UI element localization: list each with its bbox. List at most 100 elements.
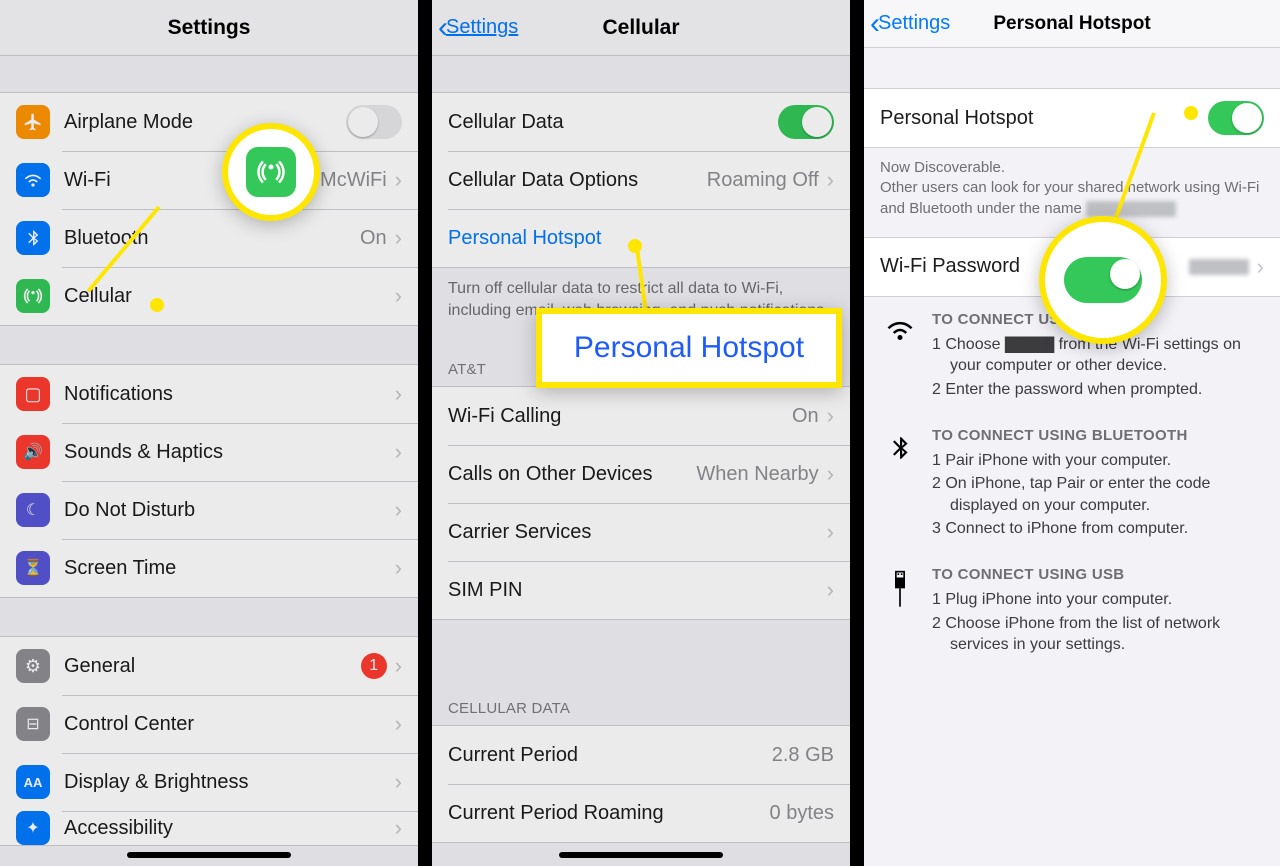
step: Plug iPhone into your computer. <box>932 589 1264 611</box>
chevron-right-icon: › <box>1257 254 1264 280</box>
personal-hotspot-screen: ‹ Settings Personal Hotspot Personal Hot… <box>864 0 1280 866</box>
row-wifi[interactable]: Wi-Fi McWiFi › <box>0 151 418 209</box>
section-header: TO CONNECT USING BLUETOOTH <box>932 427 1264 444</box>
row-personal-hotspot[interactable]: Personal Hotspot <box>432 209 850 267</box>
callout-popup: Personal Hotspot <box>536 308 842 388</box>
row-value: On <box>360 227 387 250</box>
row-label: Accessibility <box>64 817 387 840</box>
row-label: General <box>64 655 355 678</box>
nav-bar: ‹ Settings Cellular <box>432 0 850 56</box>
row-sounds[interactable]: 🔊 Sounds & Haptics › <box>0 423 418 481</box>
row-label: Calls on Other Devices <box>448 463 696 486</box>
row-label: Personal Hotspot <box>880 107 1208 130</box>
chevron-right-icon: › <box>827 577 834 603</box>
row-label: Bluetooth <box>64 227 360 250</box>
connect-bluetooth-section: TO CONNECT USING BLUETOOTH Pair iPhone w… <box>864 413 1280 552</box>
row-carrier-services[interactable]: Carrier Services › <box>432 503 850 561</box>
row-cellular-data-options[interactable]: Cellular Data Options Roaming Off › <box>432 151 850 209</box>
row-label: Current Period Roaming <box>448 802 770 825</box>
censored-password <box>1189 259 1249 275</box>
row-label: Cellular Data <box>448 111 778 134</box>
usb-symbol-icon <box>890 570 910 658</box>
settings-screen: Settings Airplane Mode Wi-Fi McWiFi › <box>0 0 418 866</box>
hotspot-toggle[interactable] <box>1208 101 1264 135</box>
nav-bar: Settings <box>0 0 418 56</box>
nav-title: Settings <box>0 16 418 40</box>
step: On iPhone, tap Pair or enter the code di… <box>932 473 1264 516</box>
bluetooth-icon <box>16 221 50 255</box>
nav-title: Cellular <box>432 16 850 40</box>
wifi-icon <box>16 163 50 197</box>
chevron-right-icon: › <box>395 225 402 251</box>
airplane-icon <box>16 105 50 139</box>
cellular-data-toggle[interactable] <box>778 105 834 139</box>
callout-circle <box>1039 216 1167 344</box>
row-label: Wi-Fi Calling <box>448 405 792 428</box>
row-label: Cellular <box>64 285 387 308</box>
bluetooth-symbol-icon <box>887 431 913 542</box>
row-cellular[interactable]: Cellular › <box>0 267 418 325</box>
row-control-center[interactable]: ⊟ Control Center › <box>0 695 418 753</box>
row-dnd[interactable]: ☾ Do Not Disturb › <box>0 481 418 539</box>
row-label: Current Period <box>448 744 772 767</box>
notifications-icon: ▢ <box>16 377 50 411</box>
screen-time-icon: ⏳ <box>16 551 50 585</box>
row-airplane-mode[interactable]: Airplane Mode <box>0 93 418 151</box>
row-value: 0 bytes <box>770 802 834 825</box>
callout-circle <box>222 123 320 221</box>
section-header: CELLULAR DATA <box>432 620 850 725</box>
hotspot-icon <box>256 157 286 187</box>
row-sim-pin[interactable]: SIM PIN › <box>432 561 850 619</box>
row-value: 2.8 GB <box>772 744 834 767</box>
callout-dot <box>1184 106 1198 120</box>
row-label: Airplane Mode <box>64 111 346 134</box>
row-label: Cellular Data Options <box>448 169 707 192</box>
nav-bar: ‹ Settings Personal Hotspot <box>864 0 1280 48</box>
chevron-right-icon: › <box>395 381 402 407</box>
row-label: Control Center <box>64 713 387 736</box>
cellular-icon <box>16 279 50 313</box>
airplane-toggle[interactable] <box>346 105 402 139</box>
chevron-right-icon: › <box>395 439 402 465</box>
chevron-right-icon: › <box>395 497 402 523</box>
step: Choose iPhone from the list of network s… <box>932 613 1264 656</box>
row-label: Screen Time <box>64 557 387 580</box>
row-value: McWiFi <box>320 169 387 192</box>
row-label: Do Not Disturb <box>64 499 387 522</box>
row-display[interactable]: AA Display & Brightness › <box>0 753 418 811</box>
chevron-right-icon: › <box>395 653 402 679</box>
chevron-right-icon: › <box>395 711 402 737</box>
row-wifi-calling[interactable]: Wi-Fi Calling On › <box>432 387 850 445</box>
chevron-right-icon: › <box>395 555 402 581</box>
row-accessibility[interactable]: ✦ Accessibility › <box>0 811 418 845</box>
row-value: Roaming Off <box>707 169 819 192</box>
row-general[interactable]: ⚙ General 1 › <box>0 637 418 695</box>
control-center-icon: ⊟ <box>16 707 50 741</box>
row-bluetooth[interactable]: Bluetooth On › <box>0 209 418 267</box>
row-label: Carrier Services <box>448 521 819 544</box>
row-hotspot-toggle[interactable]: Personal Hotspot <box>864 89 1280 147</box>
censored-name <box>1086 201 1176 217</box>
display-icon: AA <box>16 765 50 799</box>
row-value: When Nearby <box>696 463 818 486</box>
gear-icon: ⚙ <box>16 649 50 683</box>
row-label: Display & Brightness <box>64 771 387 794</box>
wifi-symbol-icon <box>885 315 915 403</box>
callout-dot <box>628 239 642 253</box>
row-notifications[interactable]: ▢ Notifications › <box>0 365 418 423</box>
chevron-right-icon: › <box>827 461 834 487</box>
chevron-right-icon: › <box>395 815 402 841</box>
row-cellular-data[interactable]: Cellular Data <box>432 93 850 151</box>
row-calls-other-devices[interactable]: Calls on Other Devices When Nearby › <box>432 445 850 503</box>
callout-dot <box>150 298 164 312</box>
chevron-right-icon: › <box>827 167 834 193</box>
connect-usb-section: TO CONNECT USING USB Plug iPhone into yo… <box>864 552 1280 668</box>
step: Enter the password when prompted. <box>932 379 1264 401</box>
row-label: Sounds & Haptics <box>64 441 387 464</box>
row-value: On <box>792 405 819 428</box>
chevron-right-icon: › <box>827 519 834 545</box>
row-screen-time[interactable]: ⏳ Screen Time › <box>0 539 418 597</box>
section-header: TO CONNECT USING USB <box>932 566 1264 583</box>
accessibility-icon: ✦ <box>16 811 50 845</box>
cellular-screen: ‹ Settings Cellular Cellular Data Cellul… <box>432 0 850 866</box>
